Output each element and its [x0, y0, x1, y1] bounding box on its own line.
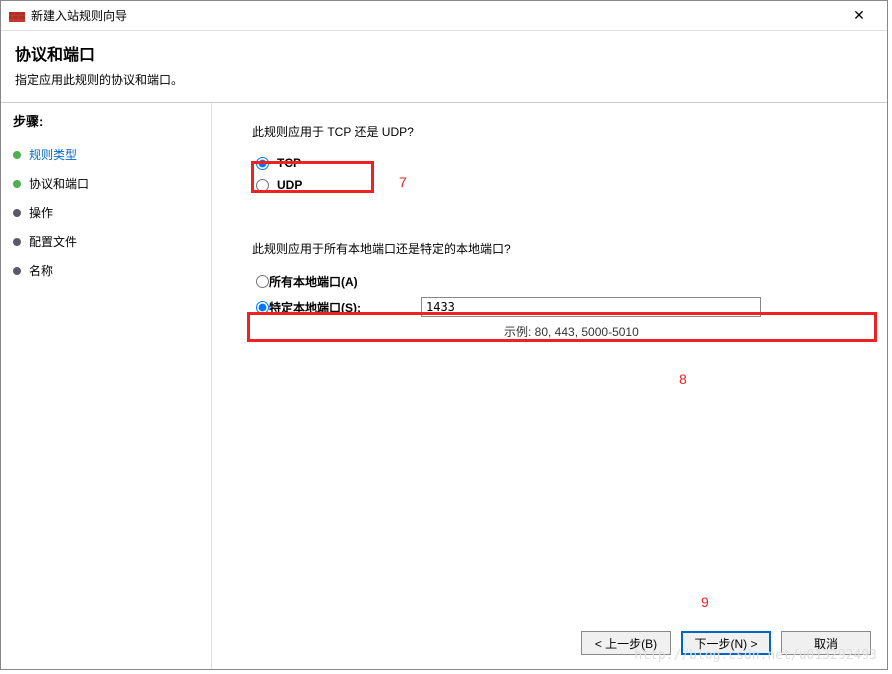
back-button[interactable]: < 上一步(B): [581, 631, 671, 655]
udp-label: UDP: [277, 178, 302, 192]
specific-ports-row[interactable]: 特定本地端口(S):: [252, 295, 857, 319]
sidebar: 步骤: 规则类型 协议和端口 操作 配置文件: [1, 103, 211, 669]
bullet-icon: [13, 209, 21, 217]
step-label: 操作: [29, 204, 53, 221]
port-question: 此规则应用于所有本地端口还是特定的本地端口?: [252, 240, 857, 257]
specific-ports-label: 特定本地端口(S):: [269, 299, 361, 316]
content: 步骤: 规则类型 协议和端口 操作 配置文件: [1, 103, 887, 669]
step-label: 名称: [29, 262, 53, 279]
all-ports-label: 所有本地端口(A): [269, 273, 358, 290]
step-label: 配置文件: [29, 233, 77, 250]
wizard-window: 新建入站规则向导 ✕ 协议和端口 指定应用此规则的协议和端口。 步骤: 规则类型…: [0, 0, 888, 670]
main-panel: 此规则应用于 TCP 还是 UDP? TCP UDP 此规则应用于所有本地端口还…: [211, 103, 887, 669]
steps-title: 步骤:: [13, 111, 198, 130]
port-example: 示例: 80, 443, 5000-5010: [504, 323, 857, 340]
tcp-radio-row[interactable]: TCP: [252, 154, 857, 172]
step-profile[interactable]: 配置文件: [13, 227, 198, 256]
udp-radio[interactable]: [256, 179, 269, 192]
bullet-icon: [13, 238, 21, 246]
bullet-icon: [13, 180, 21, 188]
step-list: 规则类型 协议和端口 操作 配置文件 名称: [13, 140, 198, 285]
titlebar: 新建入站规则向导 ✕: [1, 1, 887, 31]
specific-ports-radio[interactable]: [256, 301, 269, 314]
firewall-icon: [9, 8, 25, 24]
page-title: 协议和端口: [15, 41, 873, 65]
all-ports-radio[interactable]: [256, 275, 269, 288]
button-bar: < 上一步(B) 下一步(N) > 取消: [581, 631, 871, 655]
step-name[interactable]: 名称: [13, 256, 198, 285]
next-button[interactable]: 下一步(N) >: [681, 631, 771, 655]
step-label: 规则类型: [29, 146, 77, 163]
annotation-7: 7: [399, 174, 407, 190]
protocol-group: 此规则应用于 TCP 还是 UDP? TCP UDP: [252, 123, 857, 194]
close-button[interactable]: ✕: [839, 2, 879, 30]
page-subtitle: 指定应用此规则的协议和端口。: [15, 71, 873, 88]
step-label: 协议和端口: [29, 175, 89, 192]
cancel-button[interactable]: 取消: [781, 631, 871, 655]
bullet-icon: [13, 151, 21, 159]
header: 协议和端口 指定应用此规则的协议和端口。: [1, 31, 887, 102]
port-input[interactable]: [421, 297, 761, 317]
tcp-radio[interactable]: [256, 157, 269, 170]
all-ports-row[interactable]: 所有本地端口(A): [252, 271, 857, 292]
udp-radio-row[interactable]: UDP: [252, 176, 857, 194]
annotation-8: 8: [679, 371, 687, 387]
port-group: 此规则应用于所有本地端口还是特定的本地端口? 所有本地端口(A) 特定本地端口(…: [252, 240, 857, 340]
bullet-icon: [13, 267, 21, 275]
step-action[interactable]: 操作: [13, 198, 198, 227]
window-title: 新建入站规则向导: [31, 7, 839, 24]
tcp-label: TCP: [277, 156, 301, 170]
annotation-9: 9: [701, 594, 709, 610]
step-protocol-port[interactable]: 协议和端口: [13, 169, 198, 198]
step-rule-type[interactable]: 规则类型: [13, 140, 198, 169]
protocol-question: 此规则应用于 TCP 还是 UDP?: [252, 123, 857, 140]
